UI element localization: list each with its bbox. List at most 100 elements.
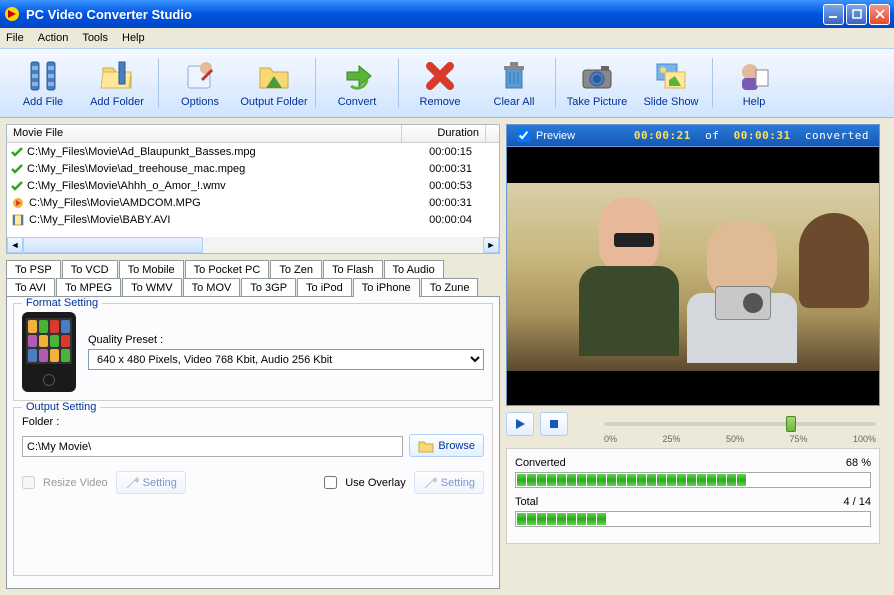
browse-button[interactable]: Browse <box>409 434 484 457</box>
menu-file[interactable]: File <box>6 32 24 44</box>
tab-to-3gp[interactable]: To 3GP <box>241 278 296 297</box>
file-name: C:\My_Files\Movie\Ad_Blaupunkt_Basses.mp… <box>27 146 256 158</box>
clearall-button[interactable]: Clear All <box>479 52 549 114</box>
remove-button[interactable]: Remove <box>405 52 475 114</box>
checkmark-icon <box>11 180 23 192</box>
converted-value: 68 % <box>846 457 871 469</box>
resize-setting-button: Setting <box>116 471 186 494</box>
menu-tools[interactable]: Tools <box>82 32 108 44</box>
stop-button[interactable] <box>540 412 568 436</box>
app-icon <box>4 6 20 22</box>
tab-to-psp[interactable]: To PSP <box>6 260 61 279</box>
scroll-thumb[interactable] <box>23 237 203 253</box>
scroll-left-button[interactable]: ◄ <box>7 237 23 253</box>
video-file-icon <box>11 213 25 227</box>
preview-label: Preview <box>536 130 575 142</box>
folder-label: Folder : <box>22 416 484 428</box>
overlay-setting-button: Setting <box>414 471 484 494</box>
tab-to-mpeg[interactable]: To MPEG <box>56 278 121 297</box>
file-duration: 00:00:31 <box>402 163 476 175</box>
file-row[interactable]: C:\My_Files\Movie\AMDCOM.MPG 00:00:31 <box>7 194 499 211</box>
file-row[interactable]: C:\My_Files\Movie\ad_treehouse_mac.mpeg 0… <box>7 160 499 177</box>
addfile-button[interactable]: Add File <box>8 52 78 114</box>
tab-to-mov[interactable]: To MOV <box>183 278 241 297</box>
file-name: C:\My_Files\Movie\ad_treehouse_mac.mpeg <box>27 163 245 175</box>
file-name: C:\My_Files\Movie\AMDCOM.MPG <box>29 197 201 209</box>
tab-to-avi[interactable]: To AVI <box>6 278 55 297</box>
use-overlay-checkbox[interactable] <box>324 476 337 489</box>
help-button[interactable]: Help <box>719 52 789 114</box>
window-title: PC Video Converter Studio <box>26 7 823 22</box>
file-row[interactable]: C:\My_Files\Movie\Ahhh_o_Amor_!.wmv 00:00… <box>7 177 499 194</box>
overlay-label: Use Overlay <box>345 477 406 489</box>
converted-label: Converted <box>515 457 566 469</box>
checkmark-icon <box>11 146 23 158</box>
tab-to-zen[interactable]: To Zen <box>270 260 322 279</box>
active-icon <box>11 196 25 210</box>
total-value: 4 / 14 <box>843 496 871 508</box>
horizontal-scrollbar[interactable]: ◄ ► <box>7 237 499 253</box>
output-folder-input[interactable] <box>22 436 403 457</box>
play-button[interactable] <box>506 412 534 436</box>
menubar: File Action Tools Help <box>0 28 894 48</box>
seek-thumb[interactable] <box>786 416 796 432</box>
menu-action[interactable]: Action <box>38 32 69 44</box>
file-duration: 00:00:04 <box>402 214 476 226</box>
tab-to-zune[interactable]: To Zune <box>421 278 479 297</box>
progress-panel: Converted 68 % Total 4 / 14 <box>506 448 880 544</box>
format-setting-group: Format Setting Quality Preset : 640 <box>13 303 493 401</box>
close-button[interactable] <box>869 4 890 25</box>
iphone-icon <box>22 312 76 392</box>
addfolder-button[interactable]: Add Folder <box>82 52 152 114</box>
total-progress-bar <box>515 511 871 527</box>
titlebar: PC Video Converter Studio <box>0 0 894 28</box>
format-legend: Format Setting <box>22 297 102 309</box>
outputfolder-button[interactable]: Output Folder <box>239 52 309 114</box>
maximize-button[interactable] <box>846 4 867 25</box>
file-row[interactable]: C:\My_Files\Movie\Ad_Blaupunkt_Basses.mp… <box>7 143 499 160</box>
preview-time-status: 00:00:21 of 00:00:31 converted <box>634 129 869 142</box>
output-setting-group: Output Setting Folder : Browse Resize Vi… <box>13 407 493 576</box>
tab-to-vcd[interactable]: To VCD <box>62 260 118 279</box>
wrench-icon <box>423 476 437 490</box>
options-button[interactable]: Options <box>165 52 235 114</box>
file-duration: 00:00:31 <box>402 197 476 209</box>
resize-video-checkbox[interactable] <box>22 476 35 489</box>
converted-progress-bar <box>515 472 871 488</box>
tab-to-audio[interactable]: To Audio <box>384 260 444 279</box>
file-duration: 00:00:15 <box>402 146 476 158</box>
scroll-right-button[interactable]: ► <box>483 237 499 253</box>
menu-help[interactable]: Help <box>122 32 145 44</box>
format-tabs: To PSPTo VCDTo MobileTo Pocket PCTo ZenT… <box>6 260 500 296</box>
seek-slider[interactable]: 0% 25% 50% 75% 100% <box>604 422 876 426</box>
folder-icon <box>418 439 434 453</box>
tab-to-flash[interactable]: To Flash <box>323 260 383 279</box>
minimize-button[interactable] <box>823 4 844 25</box>
file-list: Movie File Duration C:\My_Files\Movie\Ad… <box>6 124 500 254</box>
quality-preset-select[interactable]: 640 x 480 Pixels, Video 768 Kbit, Audio … <box>88 349 484 370</box>
tab-to-pocket-pc[interactable]: To Pocket PC <box>185 260 270 279</box>
checkmark-icon <box>11 163 23 175</box>
total-label: Total <box>515 496 538 508</box>
preview-checkbox[interactable] <box>517 129 530 142</box>
file-row[interactable]: C:\My_Files\Movie\BABY.AVI00:00:04 <box>7 211 499 228</box>
tab-to-mobile[interactable]: To Mobile <box>119 260 184 279</box>
preset-label: Quality Preset : <box>88 334 484 346</box>
video-preview <box>506 146 880 406</box>
file-duration: 00:00:53 <box>402 180 476 192</box>
col-header-duration[interactable]: Duration <box>402 125 486 142</box>
toolbar: Add File Add Folder Options Output Folde… <box>0 48 894 118</box>
convert-button[interactable]: Convert <box>322 52 392 114</box>
wrench-icon <box>125 476 139 490</box>
preview-header: Preview 00:00:21 of 00:00:31 converted <box>506 124 880 146</box>
playback-controls: 0% 25% 50% 75% 100% <box>506 406 880 442</box>
file-name: C:\My_Files\Movie\Ahhh_o_Amor_!.wmv <box>27 180 226 192</box>
resize-label: Resize Video <box>43 477 108 489</box>
col-header-name[interactable]: Movie File <box>7 125 402 142</box>
tab-to-iphone[interactable]: To iPhone <box>353 278 420 297</box>
takepicture-button[interactable]: Take Picture <box>562 52 632 114</box>
slideshow-button[interactable]: Slide Show <box>636 52 706 114</box>
tab-to-ipod[interactable]: To iPod <box>297 278 352 297</box>
tab-to-wmv[interactable]: To WMV <box>122 278 182 297</box>
output-legend: Output Setting <box>22 401 100 413</box>
